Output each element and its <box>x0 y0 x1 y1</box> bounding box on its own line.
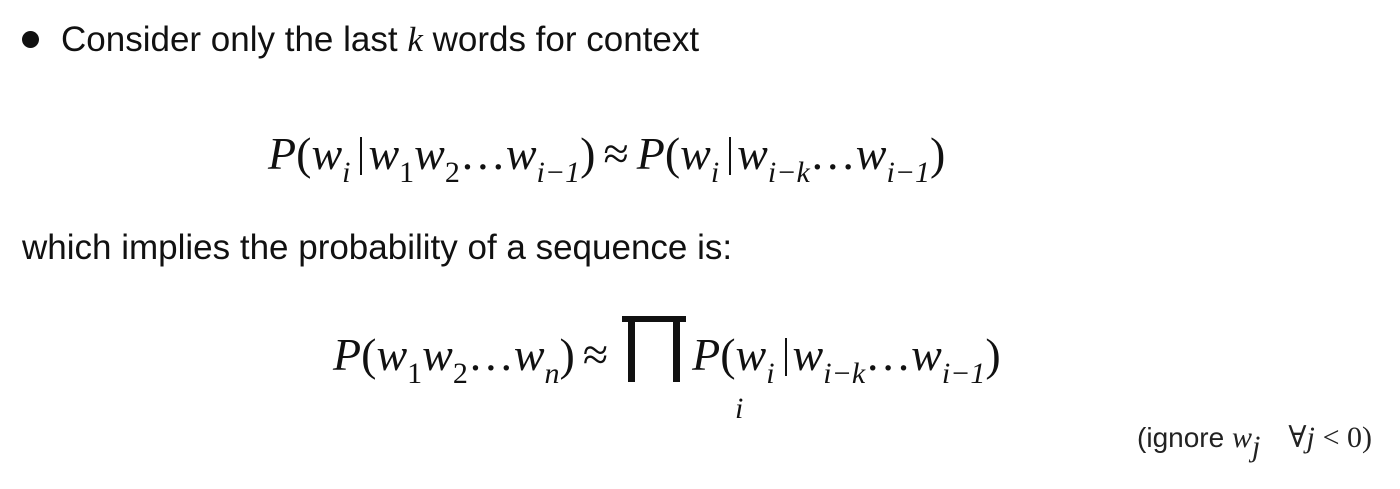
boundary-note: (ignore wj ∀j < 0) <box>1137 420 1372 462</box>
product-index: i <box>735 392 744 425</box>
sequence-probability-equation: P(w1w2…wn) ≈ P(wi wi−k…wi−1) <box>333 314 1001 389</box>
bullet-dot-icon <box>22 31 39 48</box>
note-subscript: j <box>1252 430 1261 463</box>
bullet-text-after: words for context <box>432 20 700 59</box>
bullet-point: Consider only the last k words for conte… <box>22 14 699 66</box>
note-open: (ignore <box>1137 422 1225 453</box>
forall-symbol: ∀ <box>1288 421 1307 454</box>
note-condition-variable: j <box>1306 421 1315 454</box>
note-variable: w <box>1231 421 1252 454</box>
explanation-text: which implies the probability of a seque… <box>22 228 733 267</box>
product-symbol-icon <box>620 314 688 384</box>
markov-approximation-equation: P(wi w1w2…wi−1) ≈ P(wi wi−k…wi−1) <box>268 128 946 189</box>
note-condition: < 0) <box>1322 421 1372 454</box>
bullet-text-before: Consider only the last <box>61 20 398 59</box>
bullet-variable-k: k <box>407 20 423 59</box>
